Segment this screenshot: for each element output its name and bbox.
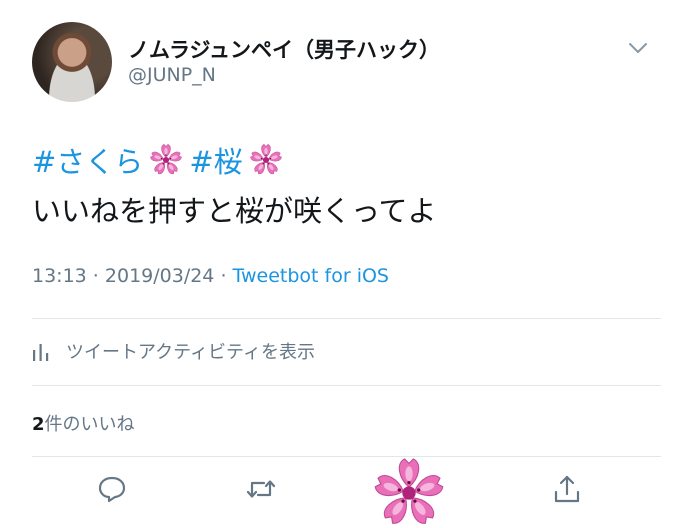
divider bbox=[32, 318, 661, 319]
client-link[interactable]: Tweetbot for iOS bbox=[233, 265, 389, 287]
tweet-detail: ノムラジュンペイ（男子ハック） @JUNP_N #さくら #桜 いいねを押すと桜… bbox=[0, 0, 679, 528]
divider bbox=[32, 385, 661, 386]
likes-count: 2 bbox=[32, 414, 45, 435]
avatar[interactable] bbox=[32, 22, 112, 102]
tweet-meta: 13:13 · 2019/03/24 · Tweetbot for iOS bbox=[32, 265, 389, 287]
action-bar bbox=[0, 455, 679, 528]
view-activity-link[interactable]: ツイートアクティビティを表示 bbox=[32, 338, 315, 364]
tweet-date: 2019/03/24 bbox=[104, 265, 215, 287]
cherry-blossom-icon bbox=[249, 143, 283, 177]
meta-separator: · bbox=[86, 265, 105, 287]
likes-label: 件のいいね bbox=[44, 414, 135, 435]
tweet-time: 13:13 bbox=[32, 265, 87, 287]
chevron-down-icon[interactable] bbox=[627, 40, 649, 56]
reply-icon[interactable] bbox=[96, 473, 128, 505]
likes-summary[interactable]: 2件のいいね bbox=[32, 410, 135, 436]
author-name[interactable]: ノムラジュンペイ（男子ハック） bbox=[128, 34, 440, 64]
share-icon[interactable] bbox=[551, 473, 583, 505]
retweet-icon[interactable] bbox=[245, 473, 277, 505]
cherry-blossom-like-icon[interactable] bbox=[370, 456, 448, 528]
hashtag-sakura[interactable]: #さくら bbox=[32, 139, 143, 181]
tweet-text: #さくら #桜 いいねを押すと桜が咲くってよ bbox=[32, 140, 652, 230]
tweet-body: いいねを押すと桜が咲くってよ bbox=[32, 194, 437, 228]
view-activity-label: ツイートアクティビティを表示 bbox=[66, 342, 315, 363]
hashtag-sakura-kanji[interactable]: #桜 bbox=[189, 139, 242, 181]
author-handle[interactable]: @JUNP_N bbox=[128, 64, 216, 86]
cherry-blossom-icon bbox=[149, 143, 183, 177]
bar-chart-icon bbox=[33, 344, 49, 361]
meta-separator: · bbox=[214, 265, 233, 287]
